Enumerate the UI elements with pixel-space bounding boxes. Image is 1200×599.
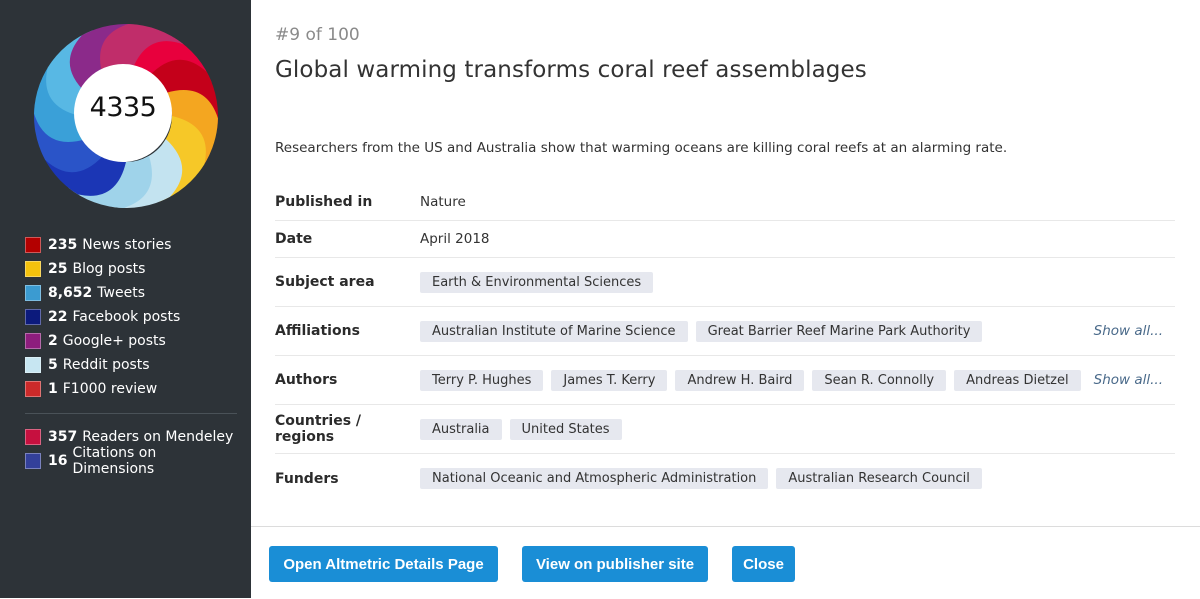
authors-show-all-link[interactable]: Show all... [1094, 372, 1163, 388]
row-published: Published in Nature [275, 184, 1175, 221]
funders-tag[interactable]: Australian Research Council [776, 468, 982, 489]
stat-color-swatch [25, 309, 41, 325]
row-date: Date April 2018 [275, 221, 1175, 258]
authors-tag[interactable]: Andrew H. Baird [675, 369, 805, 391]
countries-label: Countries / regions [275, 413, 362, 445]
details-table: Published in Nature Date April 2018 Subj… [275, 184, 1175, 503]
authors-tag[interactable]: James T. Kerry [551, 369, 668, 391]
funders-tag[interactable]: National Oceanic and Atmospheric Adminis… [420, 468, 769, 489]
stat-color-swatch [25, 333, 41, 349]
stat-count: 5 [48, 357, 58, 373]
stat-label: Readers on Mendeley [82, 429, 234, 445]
stat-color-swatch [25, 237, 41, 253]
stat-color-swatch [25, 453, 41, 469]
stat-label: Citations on Dimensions [72, 445, 157, 477]
stat-count: 357 [48, 429, 78, 445]
stat-stats-3[interactable]: 22 Facebook posts [25, 305, 240, 329]
stat-count: 1 [48, 381, 58, 397]
affiliations-tag[interactable]: Australian Institute of Marine Science [420, 320, 688, 342]
stat-count: 2 [48, 333, 58, 349]
stat-label: Reddit posts [62, 357, 150, 373]
stat-color-swatch [25, 357, 41, 373]
stat-color-swatch [25, 261, 41, 277]
affiliations-tag[interactable]: Great Barrier Reef Marine Park Authority [695, 320, 983, 342]
footer-actions: Open Altmetric Details Page View on publ… [251, 526, 1200, 599]
row-authors: Authors Terry P. Hughes James T. Kerry And… [275, 356, 1175, 405]
stat-label: F1000 review [62, 381, 158, 397]
stat-count: 8,652 [48, 285, 93, 301]
date-value: April 2018 [420, 231, 490, 247]
stat-label: Tweets [97, 285, 145, 301]
row-affiliations: Affiliations Australian Institute of Mar… [275, 307, 1175, 356]
funders-label: Funders [275, 470, 339, 487]
subject-tags: Earth & Environmental Sciences [420, 271, 1175, 293]
countries-tag[interactable]: Australia [420, 418, 502, 440]
published-value: Nature [420, 194, 466, 210]
stat-label: Google+ posts [62, 333, 166, 349]
sidebar: 4335 235 News stories 25 Blog posts 8,652 Twe… [0, 0, 251, 598]
authors-tag[interactable]: Sean R. Connolly [812, 369, 947, 391]
attention-stats: 235 News stories 25 Blog posts 8,652 Tweets 22… [25, 233, 240, 477]
authors-label: Authors [275, 372, 338, 388]
authors-tag[interactable]: Andreas Dietzel [954, 369, 1081, 391]
stat-stats-0[interactable]: 235 News stories [25, 233, 240, 257]
stat-label: News stories [82, 237, 172, 253]
close-button[interactable]: Close [732, 546, 795, 582]
stat-count: 235 [48, 237, 78, 253]
stat-label: Facebook posts [72, 309, 181, 325]
affiliations-show-all-link[interactable]: Show all... [1094, 323, 1163, 339]
author-tags: Terry P. Hughes James T. Kerry Andrew H. B… [420, 369, 1094, 391]
stat-stats-6[interactable]: 1 F1000 review [25, 377, 240, 401]
rank-label: #9 of 100 [275, 25, 360, 45]
published-label: Published in [275, 194, 373, 210]
authors-tag[interactable]: Terry P. Hughes [420, 369, 544, 391]
open-details-button[interactable]: Open Altmetric Details Page [269, 546, 498, 582]
altmetric-donut[interactable]: 4335 [30, 20, 222, 212]
stat-color-swatch [25, 429, 41, 445]
stat-count: 16 [48, 453, 68, 469]
main-panel: #9 of 100 Global warming transforms cora… [251, 0, 1200, 526]
country-tags: Australia United States [420, 418, 1175, 440]
subjects-tag[interactable]: Earth & Environmental Sciences [420, 271, 654, 293]
stat-color-swatch [25, 381, 41, 397]
stat-stats-4[interactable]: 2 Google+ posts [25, 329, 240, 353]
affiliations-label: Affiliations [275, 323, 360, 339]
stat-stats2-1[interactable]: 16 Citations on Dimensions [25, 445, 240, 477]
stats-divider [25, 413, 237, 414]
row-subject: Subject area Earth & Environmental Scien… [275, 258, 1175, 307]
stat-color-swatch [25, 285, 41, 301]
stat-stats-5[interactable]: 5 Reddit posts [25, 353, 240, 377]
altmetric-score: 4335 [89, 91, 157, 123]
countries-tag[interactable]: United States [509, 418, 622, 440]
stat-count: 25 [48, 261, 68, 277]
funder-tags: National Oceanic and Atmospheric Adminis… [420, 468, 1175, 489]
article-summary: Researchers from the US and Australia sh… [275, 140, 1008, 156]
stat-count: 22 [48, 309, 68, 325]
date-label: Date [275, 231, 313, 247]
stat-label: Blog posts [72, 261, 146, 277]
row-countries: Countries / regions Australia United Stat… [275, 405, 1175, 454]
subject-label: Subject area [275, 274, 375, 290]
stat-stats-1[interactable]: 25 Blog posts [25, 257, 240, 281]
affiliation-tags: Australian Institute of Marine Science Gr… [420, 320, 1094, 342]
article-title: Global warming transforms coral reef ass… [275, 57, 867, 83]
row-funders: Funders National Oceanic and Atmospheric… [275, 454, 1175, 503]
publisher-site-button[interactable]: View on publisher site [522, 546, 708, 582]
stat-stats-2[interactable]: 8,652 Tweets [25, 281, 240, 305]
